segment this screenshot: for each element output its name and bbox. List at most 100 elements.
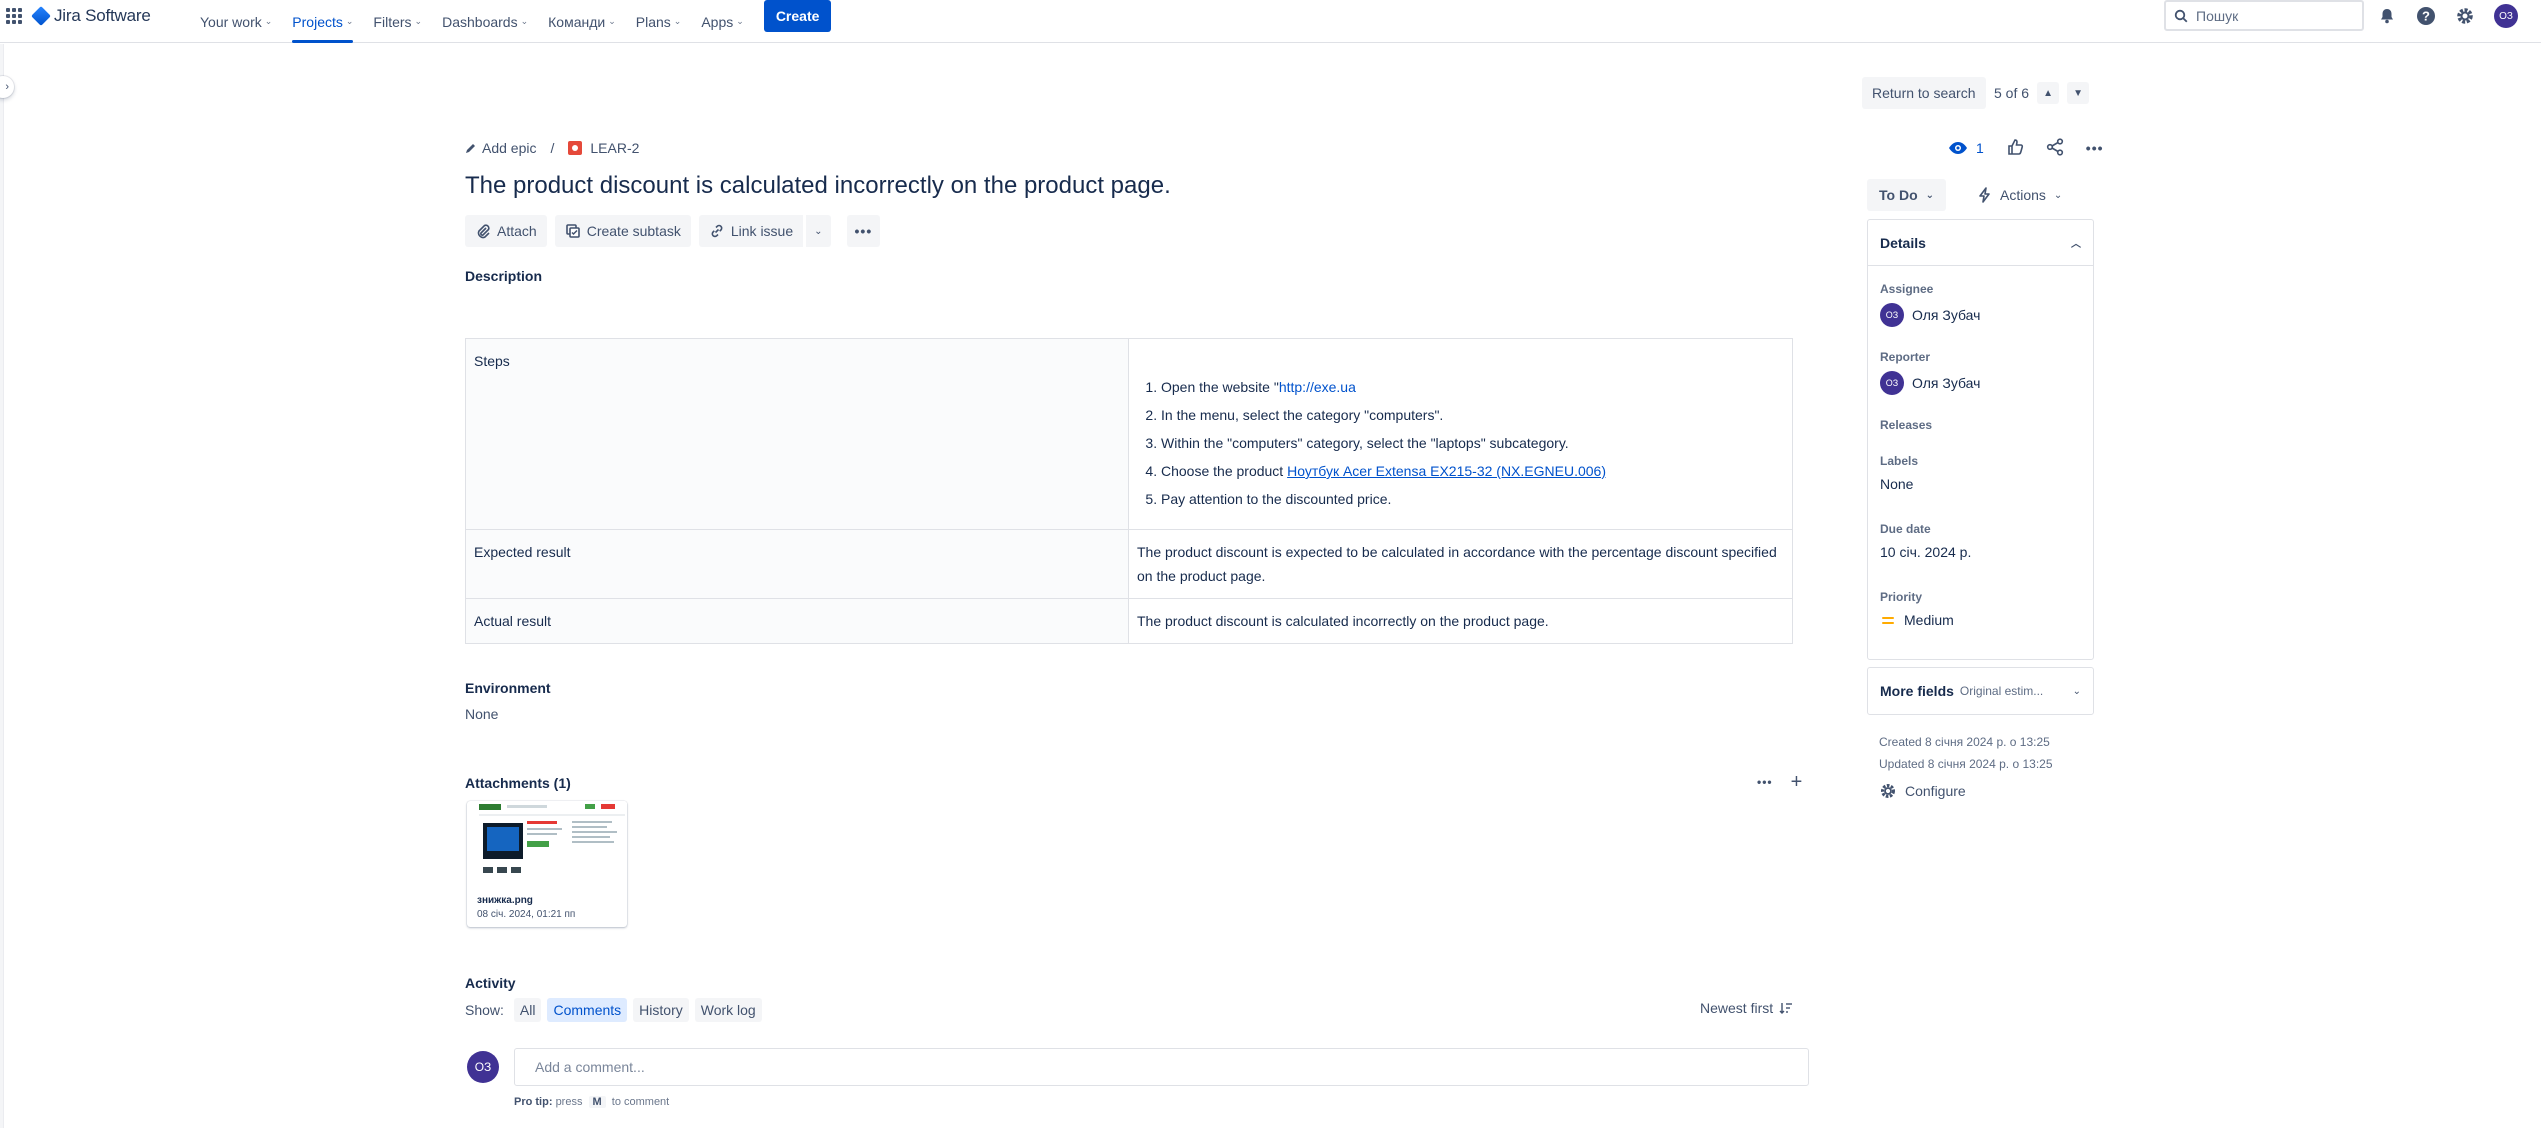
share-icon[interactable] (2046, 137, 2064, 159)
create-button[interactable]: Create (763, 0, 832, 32)
reporter-value: Оля Зубач (1912, 375, 1981, 391)
return-to-search-button[interactable]: Return to search (1862, 77, 1986, 109)
settings-gear-icon[interactable] (2453, 4, 2477, 28)
reporter-field[interactable]: ОЗ Оля Зубач (1880, 371, 1980, 395)
jira-logo[interactable]: Jira Software (31, 5, 151, 27)
list-item: Choose the product Ноутбук Acer Extensa … (1161, 457, 1784, 485)
collapsed-sidebar (0, 44, 4, 1128)
attach-button[interactable]: Attach (465, 215, 547, 247)
more-fields-panel[interactable]: More fields Original estim... ⌄ (1867, 667, 2094, 715)
labels-value[interactable]: None (1880, 476, 1913, 492)
chevron-down-icon: ⌄ (1925, 189, 1935, 201)
more-toolbar-button[interactable]: ••• (846, 215, 881, 247)
table-row: Steps Open the website "http://exe.ua In… (465, 338, 1793, 530)
add-attachment-button[interactable]: + (1791, 772, 1803, 792)
more-actions-icon[interactable]: ••• (2086, 140, 2104, 156)
subtask-icon (565, 224, 580, 238)
nav-label: Команди (548, 13, 606, 30)
breadcrumb-separator: / (550, 140, 555, 156)
due-date-label: Due date (1880, 522, 1931, 536)
issue-toolbar: Attach Create subtask Link issue ⌄ ••• (465, 215, 881, 247)
show-label: Show: (465, 1002, 504, 1018)
assignee-field[interactable]: ОЗ Оля Зубач (1880, 303, 1980, 327)
link-issue-button[interactable]: Link issue (698, 215, 804, 247)
nav-label: Apps (701, 13, 734, 30)
more-horizontal-icon: ••• (854, 223, 873, 239)
chevron-down-icon: ⌄ (608, 16, 616, 26)
add-epic-link[interactable]: Add epic (465, 140, 536, 156)
issue-pager: 5 of 6 ▲ ▼ (1994, 77, 2090, 109)
configure-button[interactable]: Configure (1879, 782, 1966, 800)
actions-dropdown[interactable]: Actions ⌄ (1970, 179, 2070, 211)
priority-field[interactable]: Medium (1880, 612, 1954, 628)
issue-title[interactable]: The product discount is calculated incor… (465, 172, 1171, 200)
chevron-down-icon: ▼ (2073, 87, 2083, 99)
created-date: Created 8 січня 2024 р. о 13:25 (1879, 735, 2050, 749)
more-fields-title: More fields (1880, 683, 1954, 699)
expand-sidebar-button[interactable]: › (0, 76, 14, 98)
app-switcher-icon[interactable] (6, 8, 22, 24)
watch-button[interactable]: 1 (1948, 140, 1984, 156)
watch-count: 1 (1976, 140, 1984, 156)
list-item: Within the "computers" category, select … (1161, 429, 1784, 457)
search-placeholder: Пошук (2196, 7, 2239, 24)
eye-icon (1949, 142, 1967, 154)
nav-projects[interactable]: Projects ⌄ (292, 0, 354, 43)
attachments-more-button[interactable]: ••• (1757, 775, 1773, 789)
create-subtask-label: Create subtask (586, 223, 681, 239)
user-avatar[interactable]: ОЗ (2494, 4, 2518, 28)
previous-issue-button[interactable]: ▲ (2037, 82, 2060, 104)
sort-order-button[interactable]: Newest first (1700, 1000, 1793, 1016)
filter-work-log[interactable]: Work log (694, 998, 762, 1022)
table-row: Expected result The product discount is … (465, 529, 1793, 599)
shortcut-key: M (588, 1096, 606, 1108)
website-link[interactable]: http://exe.ua (1279, 379, 1356, 395)
filter-all[interactable]: All (513, 998, 542, 1022)
environment-heading: Environment (465, 680, 551, 696)
list-item: Open the website "http://exe.ua (1161, 373, 1784, 401)
assignee-value: Оля Зубач (1912, 307, 1981, 323)
jira-diamond-icon (31, 6, 51, 26)
configure-label: Configure (1905, 783, 1966, 799)
svg-text:?: ? (2422, 9, 2430, 24)
issue-key-link[interactable]: LEAR-2 (590, 140, 639, 156)
step-text: Pay attention to the discounted price. (1161, 491, 1392, 507)
actual-value-cell: The product discount is calculated incor… (1128, 598, 1793, 644)
link-issue-dropdown[interactable]: ⌄ (805, 215, 831, 247)
status-dropdown[interactable]: To Do ⌄ (1867, 179, 1947, 211)
next-issue-button[interactable]: ▼ (2067, 82, 2090, 104)
releases-label[interactable]: Releases (1880, 418, 1932, 432)
search-input[interactable]: Пошук (2164, 0, 2364, 31)
attachment-card[interactable]: знижка.png 08 січ. 2024, 01:21 пп (467, 801, 627, 927)
attachment-date: 08 січ. 2024, 01:21 пп (477, 909, 576, 920)
notifications-icon[interactable] (2375, 4, 2399, 28)
nav-plans[interactable]: Plans ⌄ (636, 0, 682, 43)
nav-your-work[interactable]: Your work ⌄ (200, 0, 272, 43)
comment-input[interactable]: Add a comment... (514, 1048, 1809, 1086)
description-table: Steps Open the website "http://exe.ua In… (465, 338, 1793, 644)
nav-filters[interactable]: Filters ⌄ (373, 0, 422, 43)
steps-list: Open the website "http://exe.ua In the m… (1137, 373, 1784, 513)
help-icon[interactable]: ? (2414, 4, 2438, 28)
labels-label: Labels (1880, 454, 1919, 468)
nav-dashboards[interactable]: Dashboards ⌄ (442, 0, 528, 43)
attachments-heading: Attachments (1) (465, 775, 571, 791)
environment-value[interactable]: None (465, 706, 498, 722)
details-header[interactable]: Details ︿ (1868, 220, 2093, 266)
issue-actions-bar: 1 ••• (1948, 137, 2104, 159)
step-text: Open the website " (1161, 379, 1279, 395)
vote-thumbs-up-icon[interactable] (2006, 138, 2024, 159)
due-date-value[interactable]: 10 січ. 2024 р. (1880, 544, 1971, 560)
product-link[interactable]: Ноутбук Acer Extensa EX215-32 (NX.EGNEU.… (1287, 463, 1606, 479)
add-epic-label: Add epic (482, 140, 537, 156)
filter-comments[interactable]: Comments (547, 998, 628, 1022)
list-item: In the menu, select the category "comput… (1161, 401, 1784, 429)
nav-teams[interactable]: Команди ⌄ (548, 0, 616, 43)
pencil-icon (466, 144, 475, 153)
filter-history[interactable]: History (633, 998, 689, 1022)
nav-apps[interactable]: Apps ⌄ (701, 0, 743, 43)
nav-menu: Your work ⌄ Projects ⌄ Filters ⌄ Dashboards… (200, 0, 832, 43)
chevron-down-icon: ⌄ (814, 225, 823, 237)
create-subtask-button[interactable]: Create subtask (554, 215, 691, 247)
chevron-down-icon: ⌄ (414, 16, 423, 26)
